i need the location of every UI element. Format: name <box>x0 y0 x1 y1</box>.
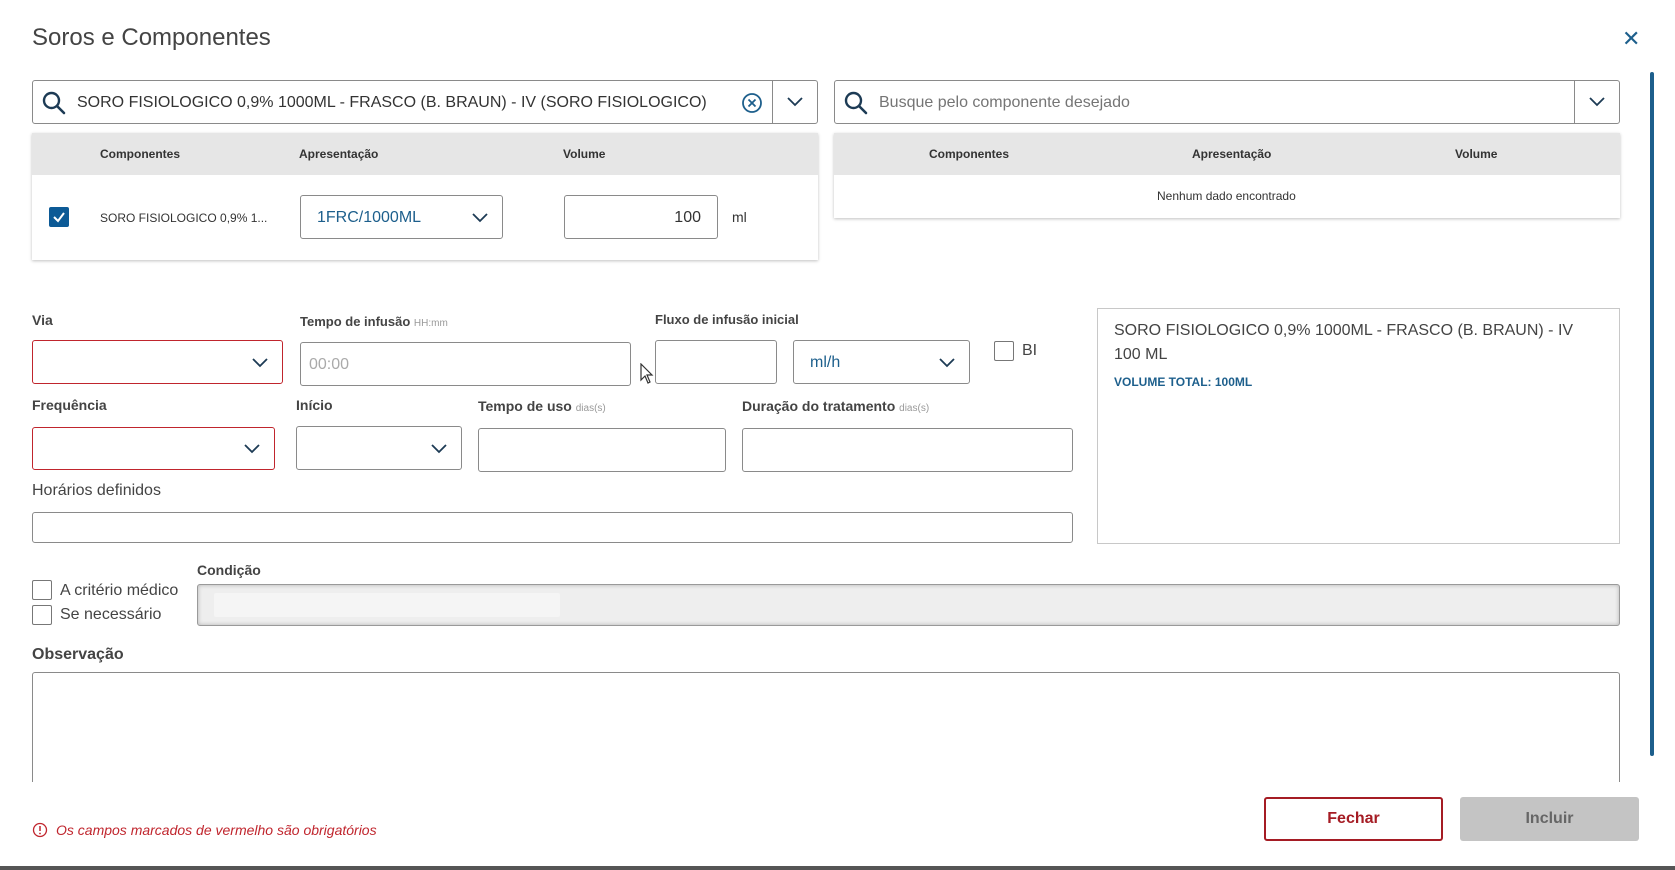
component-name: SORO FISIOLOGICO 0,9% 1... <box>100 211 268 225</box>
column-header-apresentacao: Apresentação <box>1192 147 1272 161</box>
fluxo-unit-select[interactable]: ml/h <box>793 340 970 384</box>
required-message-text: Os campos marcados de vermelho são obrig… <box>56 822 377 838</box>
tempo-infusao-hint: HH:mm <box>413 318 448 329</box>
fluxo-input[interactable] <box>655 340 777 384</box>
column-header-volume: Volume <box>1455 147 1498 161</box>
se-necessario-checkbox[interactable] <box>32 605 52 625</box>
via-select[interactable] <box>32 340 283 384</box>
check-icon <box>53 212 65 223</box>
inicio-label: Início <box>296 397 333 413</box>
incluir-button[interactable]: Incluir <box>1460 797 1639 841</box>
volume-input[interactable]: 100 <box>564 195 718 239</box>
frequencia-label: Frequência <box>32 397 107 413</box>
component-checkbox[interactable] <box>49 207 69 227</box>
criterio-medico-checkbox[interactable] <box>32 580 52 600</box>
horarios-input[interactable] <box>32 512 1073 543</box>
dialog-title: Soros e Componentes <box>32 24 271 51</box>
duracao-label: Duração do tratamento dias(s) <box>742 398 929 414</box>
search-icon <box>844 91 868 115</box>
serum-search-value: SORO FISIOLOGICO 0,9% 1000ML - FRASCO (B… <box>77 94 707 111</box>
selected-components-table: Componentes Apresentação Volume SORO FIS… <box>32 133 818 260</box>
fluxo-unit-value: ml/h <box>810 354 841 371</box>
duracao-hint: dias(s) <box>899 403 930 414</box>
inicio-select[interactable] <box>296 426 462 470</box>
component-dropdown-button[interactable] <box>1574 81 1619 123</box>
tempo-uso-hint: dias(s) <box>575 403 606 414</box>
tempo-infusao-label: Tempo de infusão HH:mm <box>300 314 448 329</box>
prescription-summary: SORO FISIOLOGICO 0,9% 1000ML - FRASCO (B… <box>1097 308 1620 544</box>
component-search-input[interactable] <box>879 94 1479 112</box>
se-necessario-label: Se necessário <box>60 606 162 623</box>
tempo-uso-label: Tempo de uso dias(s) <box>478 398 606 414</box>
horarios-label: Horários definidos <box>32 482 161 499</box>
presentation-select[interactable]: 1FRC/1000ML <box>300 195 503 239</box>
chevron-down-icon <box>431 444 447 454</box>
chevron-down-icon <box>1589 97 1605 107</box>
required-fields-message: Os campos marcados de vermelho são obrig… <box>32 822 377 838</box>
observacao-textarea[interactable] <box>32 672 1620 782</box>
duracao-label-text: Duração do tratamento <box>742 398 896 414</box>
column-header-apresentacao: Apresentação <box>299 147 379 161</box>
component-search-field[interactable] <box>834 80 1620 124</box>
search-icon <box>42 91 66 115</box>
chevron-down-icon <box>252 358 268 368</box>
tempo-infusao-placeholder: 00:00 <box>309 356 350 373</box>
condicao-placeholder-bar <box>214 593 560 617</box>
tempo-uso-label-text: Tempo de uso <box>478 398 572 414</box>
chevron-down-icon <box>472 213 488 223</box>
duracao-input[interactable] <box>742 428 1073 472</box>
scrollbar[interactable] <box>1650 72 1654 756</box>
bi-checkbox[interactable] <box>994 341 1014 361</box>
observacao-label: Observação <box>32 646 124 663</box>
via-label: Via <box>32 312 53 328</box>
chevron-down-icon <box>939 358 955 368</box>
info-icon <box>32 822 48 838</box>
table-header: Componentes Apresentação Volume <box>834 133 1620 175</box>
empty-message: Nenhum dado encontrado <box>1157 189 1296 203</box>
tempo-infusao-input[interactable]: 00:00 <box>300 342 631 386</box>
clear-icon[interactable] <box>741 92 763 114</box>
condicao-field <box>197 584 1620 626</box>
close-icon[interactable]: ✕ <box>1622 24 1640 54</box>
mouse-cursor-icon <box>640 363 654 384</box>
volume-unit: ml <box>732 209 747 225</box>
table-header: Componentes Apresentação Volume <box>32 133 818 175</box>
summary-title: SORO FISIOLOGICO 0,9% 1000ML - FRASCO (B… <box>1114 322 1574 363</box>
tempo-infusao-label-text: Tempo de infusão <box>300 314 411 329</box>
column-header-componentes: Componentes <box>929 147 1010 161</box>
frequencia-select[interactable] <box>32 427 275 470</box>
fechar-button[interactable]: Fechar <box>1264 797 1443 841</box>
column-header-componentes: Componentes <box>100 147 181 161</box>
fluxo-label: Fluxo de infusão inicial <box>655 312 799 327</box>
serum-search-field[interactable]: SORO FISIOLOGICO 0,9% 1000ML - FRASCO (B… <box>32 80 818 124</box>
bi-label: BI <box>1022 342 1038 359</box>
chevron-down-icon <box>244 444 260 454</box>
criterio-medico-label: A critério médico <box>60 582 179 599</box>
presentation-value: 1FRC/1000ML <box>317 209 422 226</box>
column-header-volume: Volume <box>563 147 606 161</box>
tempo-uso-input[interactable] <box>478 428 726 472</box>
bottom-border <box>0 866 1675 870</box>
volume-value: 100 <box>674 209 701 226</box>
available-components-table: Componentes Apresentação Volume Nenhum d… <box>834 133 1620 218</box>
summary-volume-total: VOLUME TOTAL: 100ML <box>1114 375 1253 389</box>
serum-dropdown-button[interactable] <box>772 81 817 123</box>
condicao-label: Condição <box>197 562 261 578</box>
chevron-down-icon <box>787 97 803 107</box>
